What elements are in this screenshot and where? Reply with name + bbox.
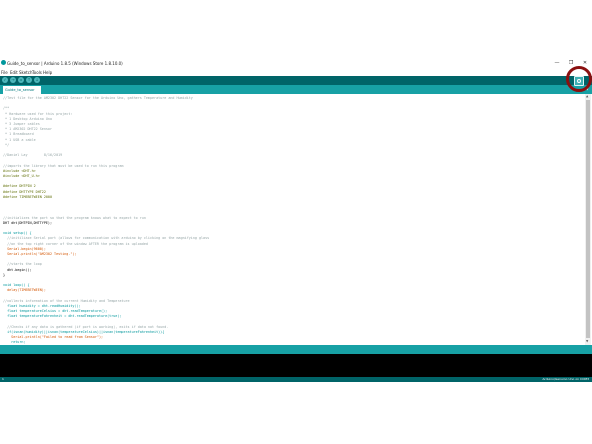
code-line: #define DHTTYPE DHT22 (3, 189, 46, 194)
code-line: delay(TIMEBETWEEN); (3, 288, 46, 293)
save-icon[interactable]: ↓ (34, 77, 40, 83)
upload-icon[interactable]: → (10, 77, 16, 83)
code-line: float temperatureFahrenheit = dht.readTe… (3, 314, 122, 319)
code-line: float temperatureCelsius = dht.readTempe… (3, 309, 108, 314)
tab-bar (0, 85, 592, 94)
window-title: Guide_to_sensor | Arduino 1.8.5 (Windows… (7, 61, 123, 66)
menu-file[interactable]: File (1, 69, 8, 76)
code-line: #define TIMEBETWEEN 2000 (3, 194, 52, 199)
editor-scroll-thumb[interactable] (586, 100, 590, 338)
code-line: //Checks if any data is gathered (if por… (3, 324, 169, 329)
code-line: /** (3, 106, 10, 111)
highlight-circle (566, 66, 592, 92)
new-icon[interactable]: ▫ (18, 77, 24, 83)
code-line: void loop() { (3, 283, 30, 288)
minimize-button[interactable]: — (552, 59, 562, 68)
code-line: * 1 AM2302 DHT22 Sensor (3, 127, 52, 132)
code-line: DHT dht(DHTPIN,DHTTYPE); (3, 220, 52, 225)
code-line: Serial.begin(9600); (3, 246, 46, 251)
code-line: //imports the library that must be used … (3, 163, 124, 168)
code-line: void setup() { (3, 231, 32, 236)
code-line: Serial.println("Failed to read from Sens… (3, 335, 104, 340)
code-line: #define DHTPIN 2 (3, 184, 36, 189)
tab-guide-to-sensor[interactable]: Guide_to_sensor (3, 86, 41, 94)
menu-sketch[interactable]: Sketch (19, 69, 32, 76)
code-line: return; (3, 340, 26, 345)
code-line: * 1 USB a cable (3, 137, 36, 142)
code-line: dht.begin(); (3, 267, 32, 272)
open-icon[interactable]: ↑ (26, 77, 32, 83)
menu-bar (0, 69, 592, 76)
code-line: * 3 Jumper cables (3, 122, 40, 126)
code-line: //on the top right corner of the window … (3, 241, 148, 246)
scroll-up-icon[interactable]: ▲ (586, 94, 588, 98)
code-line: Serial.println("AM2302 Testing."); (3, 252, 77, 256)
code-line: float humidity = dht.readHumidity(); (3, 304, 81, 308)
scroll-down-icon[interactable]: ▼ (586, 339, 588, 343)
code-line: * Hardware used for this project: (3, 111, 73, 116)
menu-help[interactable]: Help (43, 69, 52, 76)
code-line: * 1 Desktop Arduino Uno (3, 116, 52, 121)
menu-edit[interactable]: Edit (10, 69, 18, 76)
code-editor[interactable]: //Test file for the AM2302 DHT22 Sensor … (0, 94, 584, 345)
code-line: if(isnan(humidity)||isnan(temperatureCel… (3, 330, 165, 334)
code-line: //Daniel Lay 8/16/2019 (3, 153, 63, 158)
code-line: * 1 Breadboard (3, 132, 34, 137)
code-line: } (3, 272, 6, 277)
arduino-app-icon (1, 60, 6, 65)
status-bar (0, 345, 592, 354)
code-line: //collects information of the current Hu… (3, 298, 130, 303)
footer-line-number: 1 (2, 377, 4, 381)
code-line: #include <DHT.h> (3, 168, 36, 173)
code-line: //initializes the port so that the progr… (3, 215, 146, 220)
code-line: //starts the loop (3, 262, 42, 267)
code-line: #include <DHT_U.h> (3, 174, 40, 178)
code-line: */ (3, 142, 10, 147)
footer-board-info: Arduino/Genuino Uno on COM3 (542, 377, 589, 381)
menu-tools[interactable]: Tools (32, 69, 42, 76)
code-line: //initiliaze Serial port (allows for com… (3, 236, 210, 241)
footer-bar (0, 377, 592, 382)
console-output (0, 354, 592, 377)
toolbar (0, 76, 592, 85)
verify-icon[interactable]: ✓ (2, 77, 8, 83)
code-line: //Test file for the AM2302 DHT22 Sensor … (3, 96, 193, 100)
